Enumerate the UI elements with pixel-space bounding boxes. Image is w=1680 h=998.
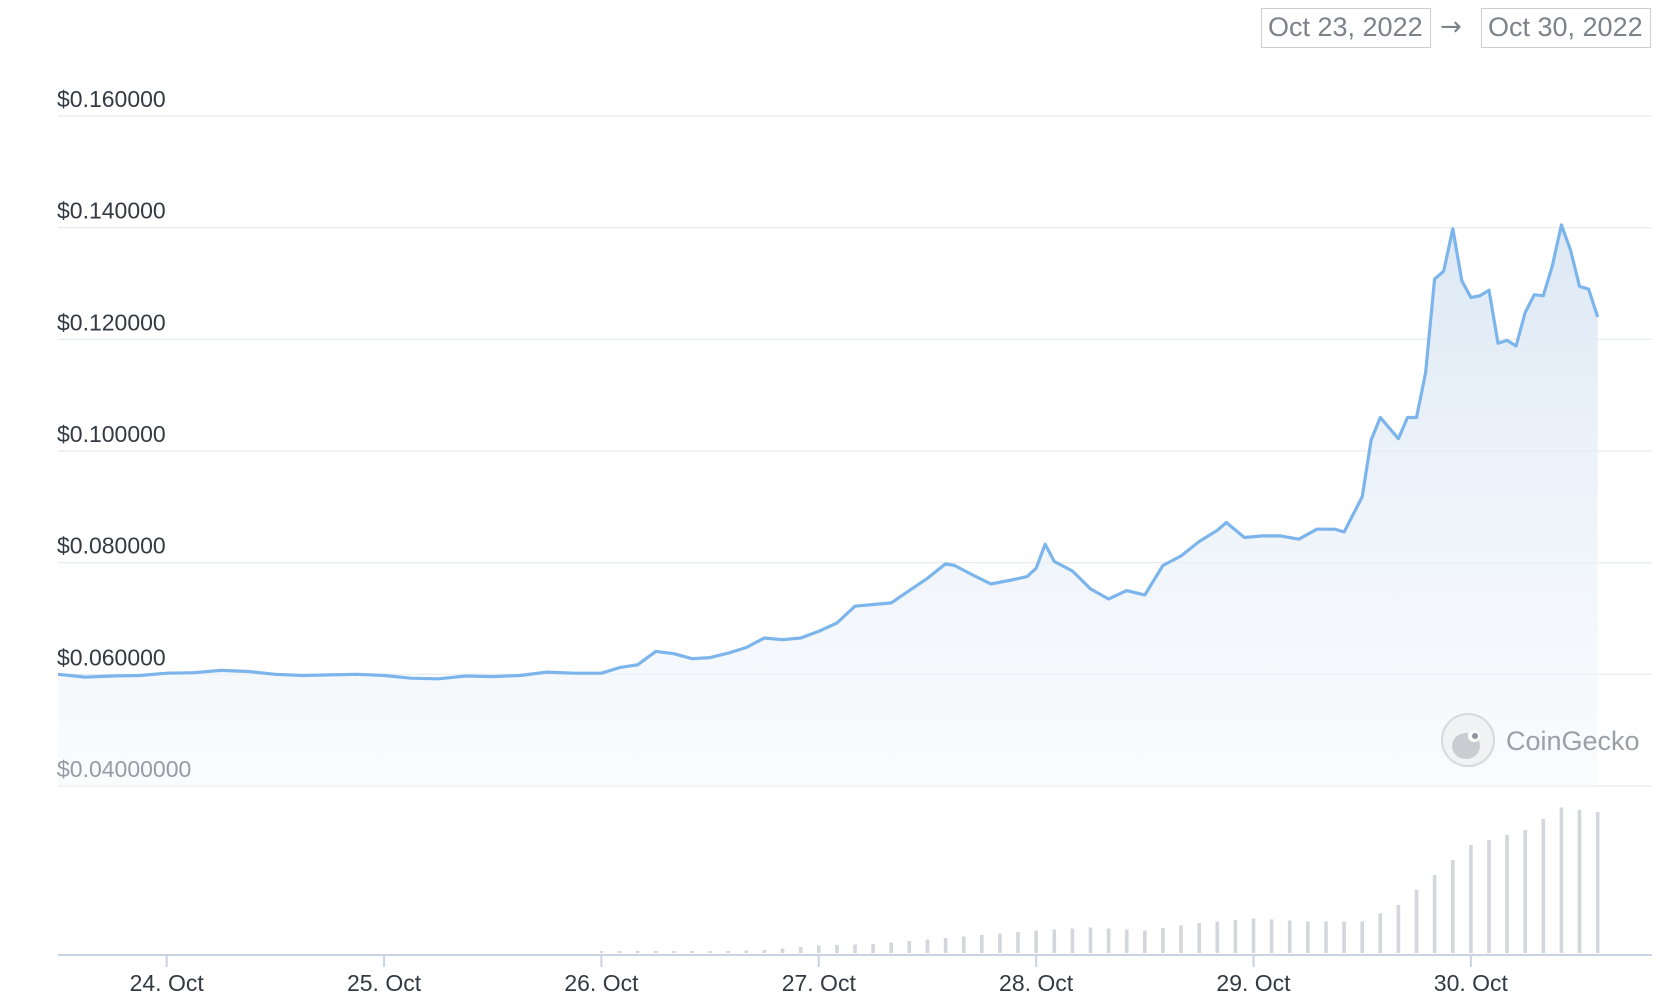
coingecko-brand: CoinGecko <box>1506 726 1640 756</box>
x-tick-label: 29. Oct <box>1216 970 1291 996</box>
volume-bar <box>1269 919 1274 953</box>
x-tick-label: 26. Oct <box>564 970 639 996</box>
gecko-logo-icon <box>1441 713 1495 767</box>
y-tick-label: $0.100000 <box>57 421 166 447</box>
x-tick-label: 25. Oct <box>347 970 422 996</box>
volume-bar <box>853 944 857 953</box>
volume-bar <box>1143 930 1147 953</box>
y-tick-label: $0.160000 <box>57 86 166 112</box>
volume-bar <box>1360 921 1364 953</box>
volume-bar <box>1052 929 1057 953</box>
volume-bar <box>1523 830 1527 953</box>
volume-bar <box>835 945 839 953</box>
x-axis-ticks: 24. Oct 25. Oct 26. Oct 27. Oct 28. Oct 29. O… <box>130 955 1509 996</box>
volume-bar <box>1505 835 1509 953</box>
volume-bar <box>690 951 694 953</box>
volume-bar <box>1215 921 1220 953</box>
volume-bar <box>1124 929 1129 953</box>
volume-bar <box>654 951 658 953</box>
volume-bar <box>1088 927 1093 953</box>
volume-bar <box>672 951 676 953</box>
volume-bar <box>1233 920 1238 953</box>
volume-bar <box>1016 932 1020 953</box>
volume-bar <box>1287 920 1292 953</box>
volume-bar <box>961 936 966 953</box>
volume-bar <box>925 939 930 953</box>
volume-bar <box>980 935 984 953</box>
volume-bar <box>1342 921 1346 953</box>
volume-bar <box>1306 921 1310 953</box>
volume-bar <box>1559 807 1564 953</box>
volume-bar <box>780 948 785 953</box>
volume-bar <box>744 950 749 953</box>
y-tick-label: $0.060000 <box>57 644 166 670</box>
price-area <box>58 224 1598 786</box>
volume-bar <box>1034 930 1038 953</box>
volume-bar <box>907 941 912 953</box>
y-tick-label: $0.140000 <box>57 198 166 224</box>
volume-bar <box>998 933 1002 953</box>
volume-bar <box>1106 928 1111 953</box>
volume-bar <box>1451 860 1455 953</box>
volume-bars <box>599 807 1600 954</box>
volume-bar <box>1487 840 1491 953</box>
volume-bar <box>1432 875 1437 953</box>
volume-bar <box>1324 921 1328 953</box>
volume-bar <box>1070 928 1075 953</box>
volume-bar <box>617 951 622 953</box>
volume-bar <box>1595 812 1600 953</box>
volume-bar <box>889 942 893 953</box>
volume-bar <box>1197 923 1201 953</box>
volume-bar <box>1541 818 1546 954</box>
volume-bar <box>1414 890 1419 953</box>
volume-bar <box>871 944 875 953</box>
volume-bar <box>726 951 730 953</box>
volume-bar <box>762 950 767 953</box>
y-tick-label: $0.120000 <box>57 309 166 335</box>
volume-bar <box>635 951 640 953</box>
volume-bar <box>1161 928 1165 953</box>
volume-bar <box>1378 913 1383 954</box>
x-tick-label: 24. Oct <box>130 970 205 996</box>
volume-bar <box>1396 905 1401 953</box>
volume-bar <box>1469 845 1473 953</box>
volume-bar <box>1577 809 1582 954</box>
x-tick-label: 28. Oct <box>999 970 1074 996</box>
volume-bar <box>798 947 803 953</box>
volume-bar <box>599 951 604 953</box>
volume-bar <box>1251 918 1256 953</box>
volume-bar <box>817 945 821 953</box>
volume-bar <box>708 951 712 953</box>
volume-bar <box>943 938 948 953</box>
x-tick-label: 27. Oct <box>782 970 857 996</box>
y-tick-label: $0.080000 <box>57 533 166 559</box>
volume-bar <box>1179 925 1183 953</box>
x-tick-label: 30. Oct <box>1434 970 1509 996</box>
price-chart[interactable]: $0.04000000$0.060000$0.080000$0.100000$0… <box>0 0 1680 998</box>
